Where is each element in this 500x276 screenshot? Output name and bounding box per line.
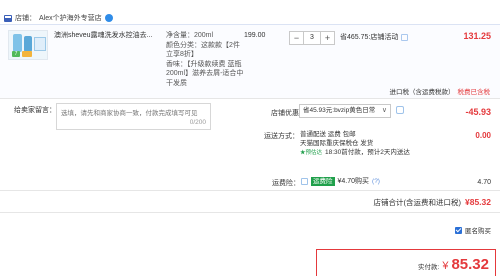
store-label: 店铺： (15, 15, 36, 22)
shipping-info: 普通配送 运费 包邮 天猫国际重庆保税仓 发货 ★预估达 18:30前付款，预计2… (300, 130, 410, 158)
payment-label: 实付款: (418, 264, 440, 271)
shipping-label: 运送方式： (264, 133, 299, 140)
store-total-label: 店铺合计(含运费和进口税) (373, 198, 462, 207)
chat-icon[interactable] (104, 14, 113, 22)
import-tax-row: 进口税（含运费税款） 税费已含税 (390, 86, 491, 96)
insurance-option: 运费险 ¥4.70购买 (?) (301, 176, 380, 186)
shipping-fee: 0.00 (475, 131, 491, 140)
insurance-checkbox[interactable] (301, 177, 308, 185)
message-char-count: 0/200 (189, 119, 206, 126)
divider (0, 190, 500, 191)
product-title[interactable]: 澳洲sheveu露魂洗发水控油去... (54, 31, 160, 40)
divider (0, 98, 500, 99)
anonymous-purchase[interactable]: 匿名购买 (455, 225, 491, 235)
quantity-stepper: − 3 + (289, 31, 335, 45)
product-image (13, 34, 22, 52)
shipping-method: 普通配送 运费 包邮 (300, 131, 356, 138)
shipping-eta-row: ★预估达 18:30前付款，预计2天内送达 (300, 148, 410, 158)
product-specs: 净含量：200ml 颜色分类：这款款【2件立享8折】 香味：【升级款续费 蓝瓶2… (166, 31, 244, 88)
insurance-name: 运费险 (311, 176, 335, 186)
spec-color: 颜色分类：这款款【2件立享8折】 (166, 41, 240, 59)
promo-tag-icon (22, 51, 32, 57)
store-total-amount: ¥85.32 (465, 197, 491, 207)
shipping-origin: 天猫国际重庆保税仓 发货 (300, 140, 374, 147)
store-header: 店铺： Alex个护海外专营店 (4, 12, 113, 24)
spec-volume: 净含量：200ml (166, 32, 214, 39)
insurance-price: ¥4.70购买 (337, 178, 370, 185)
anonymous-label: 匿名购买 (465, 228, 491, 235)
store-name-link[interactable]: Alex个护海外专营店 (39, 13, 102, 23)
unit-price: 199.00 (244, 32, 266, 39)
promo-text: 省465.75:店铺活动 (340, 34, 399, 41)
product-thumbnail[interactable]: 7 (8, 30, 48, 60)
coupon-selected-value: 省45.93元:bvzip黄色日常 (303, 107, 376, 114)
promo-info-icon[interactable] (401, 33, 409, 41)
divider (0, 212, 500, 213)
quantity-input[interactable]: 3 (303, 32, 321, 44)
line-total: 131.25 (463, 31, 491, 41)
message-label: 给卖家留言： (14, 107, 56, 114)
tax-label: 进口税（含运费税款） (389, 89, 455, 96)
store-total: 店铺合计(含运费和进口税) ¥85.32 (374, 197, 492, 208)
message-input[interactable] (57, 104, 210, 129)
vegan-badge-icon: 7 (12, 51, 20, 57)
currency-symbol: ¥ (442, 260, 449, 272)
coupon-info-icon[interactable] (396, 106, 404, 114)
chevron-down-icon: ∨ (381, 107, 387, 114)
decrease-button[interactable]: − (290, 32, 303, 44)
payment-summary: 实付款: ¥ 85.32 (316, 249, 496, 276)
message-box: 0/200 (56, 103, 211, 130)
eta-badge: ★预估达 (300, 150, 323, 156)
help-icon[interactable]: (?) (372, 178, 380, 185)
shipping-eta: 18:30前付款，预计2天内送达 (325, 149, 410, 156)
increase-button[interactable]: + (321, 32, 334, 44)
spec-scent: 香味：【升级款续费 蓝瓶200ml】滋养去屑-适合中干发质 (166, 60, 244, 87)
insurance-label: 运费险： (272, 180, 300, 187)
tax-link[interactable]: 税费已含税 (458, 86, 491, 96)
insurance-fee: 4.70 (477, 179, 491, 186)
promo-info: 省465.75:店铺活动 (340, 32, 409, 42)
coupon-select[interactable]: 省45.93元:bvzip黄色日常 ∨ (299, 104, 391, 118)
anonymous-checkbox[interactable] (455, 226, 462, 234)
store-icon (4, 14, 12, 22)
coupon-amount: -45.93 (465, 107, 491, 117)
payment-amount: 85.32 (451, 256, 489, 273)
